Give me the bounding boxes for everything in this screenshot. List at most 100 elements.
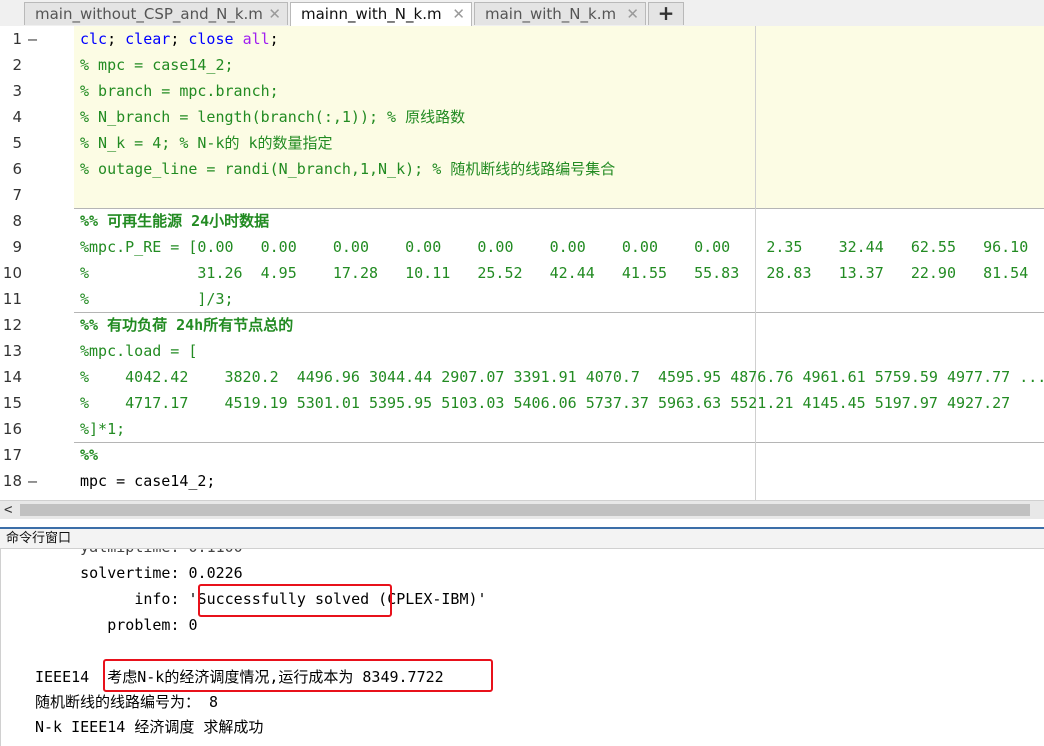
code-token: %mpc.P_RE = [0.00 0.00 0.00 0.00 0.00 0.… (80, 238, 1029, 256)
tab-main-with-n-k[interactable]: main_with_N_k.m ✕ (474, 2, 646, 25)
code-line[interactable]: 5 % N_k = 4; % N-k的 k的数量指定 (0, 130, 1044, 156)
close-icon[interactable]: ✕ (452, 3, 465, 25)
line-number[interactable]: 12 (0, 312, 22, 338)
line-number[interactable]: 18 (0, 468, 22, 494)
scroll-left-icon[interactable]: < (4, 501, 12, 519)
code-token: % ]/3; (80, 290, 234, 308)
code-line[interactable]: 8 %% 可再生能源 24小时数据 (0, 208, 1044, 234)
code-text: % 4042.42 3820.2 4496.96 3044.44 2907.07… (80, 364, 1044, 390)
code-token: % N_branch = length(branch(:,1)); % 原线路数 (80, 108, 466, 126)
code-line[interactable]: 12 %% 有功负荷 24h所有节点总的 (0, 312, 1044, 338)
highlight-box-solver-info (198, 584, 392, 617)
line-number[interactable]: 6 (0, 156, 22, 182)
code-text: mpc = case14_2; (80, 468, 215, 494)
code-token: mpc = case14_2; (80, 472, 216, 490)
info-label: info: (35, 590, 189, 608)
output-line: 随机断线的线路编号为： 8 (35, 693, 219, 711)
code-token: % 4717.17 4519.19 5301.01 5395.95 5103.0… (80, 394, 1011, 412)
code-line[interactable]: 2 % mpc = case14_2; (0, 52, 1044, 78)
code-line[interactable]: 17%% (0, 442, 1044, 468)
code-text: %% 可再生能源 24小时数据 (80, 208, 269, 234)
code-text: % 31.26 4.95 17.28 10.11 25.52 42.44 41.… (80, 260, 1028, 286)
code-token: % mpc = case14_2; (80, 56, 234, 74)
close-icon[interactable]: ✕ (626, 3, 639, 25)
code-line[interactable]: 14 % 4042.42 3820.2 4496.96 3044.44 2907.… (0, 364, 1044, 390)
output-line: problem: 0 (35, 616, 198, 634)
command-window[interactable]: yalmiptime: 0.1100 solvertime: 0.0226 in… (0, 549, 1044, 746)
code-token: %]*1; (80, 420, 126, 438)
code-text: % 4717.17 4519.19 5301.01 5395.95 5103.0… (80, 390, 1010, 416)
code-text: %% 有功负荷 24h所有节点总的 (80, 312, 293, 338)
code-line[interactable]: 7 (0, 182, 1044, 208)
code-text: % N_branch = length(branch(:,1)); % 原线路数 (80, 104, 465, 130)
add-tab-button[interactable]: + (648, 2, 684, 25)
code-token: ; (269, 30, 279, 48)
line-number[interactable]: 3 (0, 78, 22, 104)
code-token: close (188, 30, 243, 48)
line-number[interactable]: 5 (0, 130, 22, 156)
output-line: yalmiptime: 0.1100 (35, 549, 243, 558)
code-text: % outage_line = randi(N_branch,1,N_k); %… (80, 156, 615, 182)
code-text: %mpc.load = [ (80, 338, 197, 364)
line-number[interactable]: 9 (0, 234, 22, 260)
tab-label: main_with_N_k.m (485, 5, 617, 23)
code-line[interactable]: 4 % N_branch = length(branch(:,1)); % 原线路… (0, 104, 1044, 130)
highlight-box-operating-cost (103, 659, 493, 692)
line-number[interactable]: 16 (0, 416, 22, 442)
code-line[interactable]: 9 %mpc.P_RE = [0.00 0.00 0.00 0.00 0.00 0… (0, 234, 1044, 260)
code-text: %mpc.P_RE = [0.00 0.00 0.00 0.00 0.00 0.… (80, 234, 1028, 260)
code-token: % N_k = 4; % N-k的 k的数量指定 (80, 134, 333, 152)
line-number[interactable]: 13 (0, 338, 22, 364)
output-line: solvertime: 0.0226 (35, 564, 243, 582)
line-number[interactable]: 15 (0, 390, 22, 416)
editor-horizontal-scrollbar[interactable]: < (0, 500, 1044, 519)
line-number[interactable]: 10 (0, 260, 22, 286)
tab-main-without-csp[interactable]: main_without_CSP_and_N_k.m ✕ (24, 2, 288, 25)
tab-label: mainn_with_N_k.m (301, 5, 442, 23)
code-text: % branch = mpc.branch; (80, 78, 279, 104)
code-line[interactable]: 16 %]*1; (0, 416, 1044, 442)
code-line[interactable]: 13 %mpc.load = [ (0, 338, 1044, 364)
code-token: all (242, 30, 270, 48)
code-token: %% (80, 446, 99, 464)
line-number[interactable]: 1 (0, 26, 22, 52)
code-token: % branch = mpc.branch; (80, 82, 279, 100)
code-token: %% 有功负荷 24h所有节点总的 (80, 316, 294, 334)
code-line[interactable]: 15 % 4717.17 4519.19 5301.01 5395.95 5103… (0, 390, 1044, 416)
code-text: %% (80, 442, 98, 468)
scrollbar-thumb[interactable] (20, 504, 1030, 516)
line-number[interactable]: 8 (0, 208, 22, 234)
close-icon[interactable]: ✕ (268, 3, 281, 25)
code-text: % mpc = case14_2; (80, 52, 234, 78)
line-number[interactable]: 14 (0, 364, 22, 390)
line-number[interactable]: 2 (0, 52, 22, 78)
code-line[interactable]: 10 % 31.26 4.95 17.28 10.11 25.52 42.44 4… (0, 260, 1044, 286)
code-line[interactable]: 1— clc; clear; close all; (0, 26, 1044, 52)
output-line: N-k IEEE14 经济调度 求解成功 (35, 718, 264, 736)
code-line[interactable]: 18— mpc = case14_2; (0, 468, 1044, 494)
code-token: % outage_line = randi(N_branch,1,N_k); %… (80, 160, 616, 178)
tab-mainn-with-n-k[interactable]: mainn_with_N_k.m ✕ (290, 2, 472, 27)
code-token: %% 可再生能源 24小时数据 (80, 212, 270, 230)
code-token: % 4042.42 3820.2 4496.96 3044.44 2907.07… (80, 368, 1044, 386)
line-number[interactable]: 17 (0, 442, 22, 468)
code-token: ; (107, 30, 126, 48)
line-number[interactable]: 4 (0, 104, 22, 130)
line-number[interactable]: 11 (0, 286, 22, 312)
breakpoint-marker[interactable]: — (28, 26, 37, 52)
code-text: %]*1; (80, 416, 125, 442)
code-line[interactable]: 11 % ]/3; (0, 286, 1044, 312)
code-line[interactable]: 3 % branch = mpc.branch; (0, 78, 1044, 104)
code-token: % 31.26 4.95 17.28 10.11 25.52 42.44 41.… (80, 264, 1029, 282)
code-text: % N_k = 4; % N-k的 k的数量指定 (80, 130, 333, 156)
breakpoint-marker[interactable]: — (28, 468, 37, 494)
command-window-title: 命令行窗口 (0, 529, 1044, 549)
line-number[interactable]: 7 (0, 182, 22, 208)
code-line[interactable]: 6 % outage_line = randi(N_branch,1,N_k); … (0, 156, 1044, 182)
result-prefix: IEEE14 (35, 668, 108, 686)
code-text: % ]/3; (80, 286, 234, 312)
code-editor[interactable]: 1— clc; clear; close all; 2 % mpc = case14_… (0, 26, 1044, 500)
editor-tab-bar: main_without_CSP_and_N_k.m ✕ mainn_with_… (0, 0, 1044, 27)
panel-splitter[interactable] (0, 519, 1044, 529)
code-token: clear (125, 30, 171, 48)
